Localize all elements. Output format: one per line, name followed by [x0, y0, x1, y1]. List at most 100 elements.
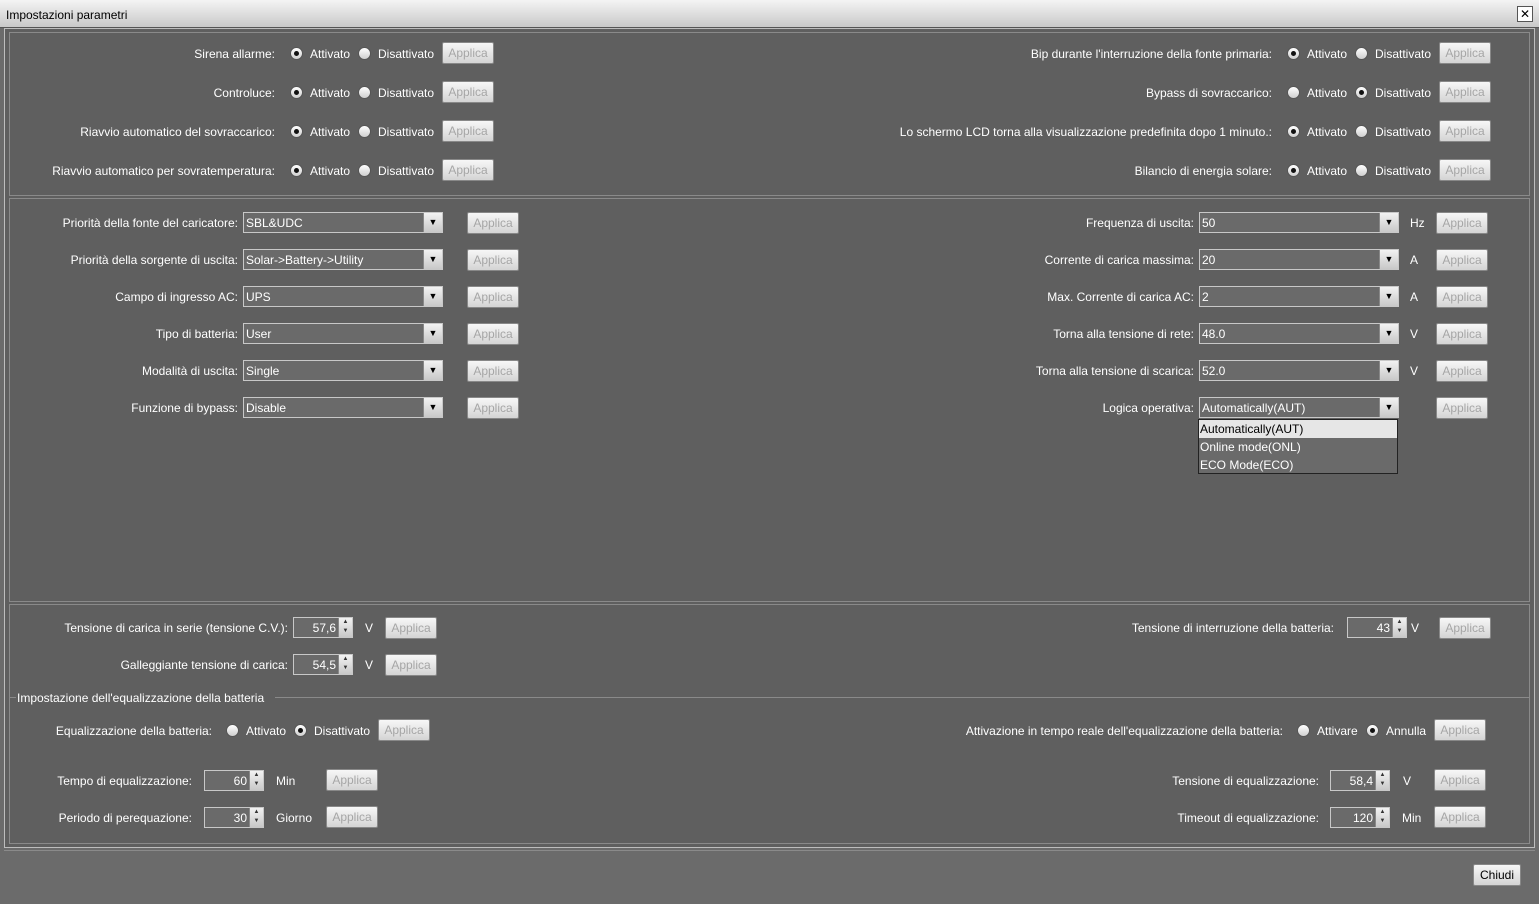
max-ac-charge-current-apply-button[interactable]: Applica [1436, 286, 1488, 308]
spin-arrows-icon[interactable]: ▲ ▼ [249, 771, 263, 790]
cutoff-voltage-value: 43 [1376, 621, 1390, 635]
output-priority-select[interactable]: Solar->Battery->Utility ▼ [243, 249, 443, 270]
dropdown-option-eco[interactable]: ECO Mode(ECO) [1199, 456, 1397, 474]
bypass-function-select[interactable]: Disable ▼ [243, 397, 443, 418]
lcd-return-apply-button[interactable]: Applica [1439, 120, 1491, 142]
beep-primary-on-radio[interactable] [1287, 47, 1300, 60]
spin-arrows-icon[interactable]: ▲ ▼ [1375, 808, 1389, 827]
battery-type-apply-button[interactable]: Applica [467, 323, 519, 345]
equalization-voltage-value: 58,4 [1349, 774, 1373, 788]
realtime-cancel-radio[interactable] [1366, 724, 1379, 737]
cutoff-voltage-apply-button[interactable]: Applica [1439, 617, 1491, 639]
equalization-period-spinner[interactable]: 30 ▲ ▼ [204, 807, 264, 828]
back-to-discharge-voltage-select[interactable]: 52.0 ▼ [1199, 360, 1399, 381]
output-mode-apply-button[interactable]: Applica [467, 360, 519, 382]
spin-arrows-icon[interactable]: ▲ ▼ [338, 655, 352, 674]
overtemp-restart-off-radio[interactable] [358, 164, 371, 177]
close-button[interactable]: Chiudi [1473, 864, 1521, 886]
chevron-down-icon[interactable]: ▼ [1379, 250, 1398, 269]
spin-arrows-icon[interactable]: ▲ ▼ [338, 618, 352, 637]
bypass-function-apply-button[interactable]: Applica [467, 397, 519, 419]
battery-type-select[interactable]: User ▼ [243, 323, 443, 344]
back-to-discharge-voltage-apply-button[interactable]: Applica [1436, 360, 1488, 382]
chevron-down-icon[interactable]: ▼ [423, 287, 442, 306]
alarm-siren-off-radio[interactable] [358, 47, 371, 60]
back-to-discharge-voltage-label: Torna alla tensione di scarica: [1035, 364, 1194, 378]
close-icon[interactable]: ✕ [1517, 6, 1533, 22]
backlight-apply-button[interactable]: Applica [442, 81, 494, 103]
back-to-grid-voltage-apply-button[interactable]: Applica [1436, 323, 1488, 345]
chevron-down-icon[interactable]: ▼ [423, 213, 442, 232]
solar-balance-on-radio[interactable] [1287, 164, 1300, 177]
beep-primary-apply-button[interactable]: Applica [1439, 42, 1491, 64]
chevron-down-icon[interactable]: ▼ [423, 398, 442, 417]
equalization-voltage-apply-button[interactable]: Applica [1434, 769, 1486, 791]
cv-voltage-spinner[interactable]: 57,6 ▲ ▼ [293, 617, 353, 638]
overload-bypass-on-radio[interactable] [1287, 86, 1300, 99]
backlight-on-radio[interactable] [290, 86, 303, 99]
beep-primary-off-radio[interactable] [1355, 47, 1368, 60]
chevron-down-icon[interactable]: ▼ [1379, 324, 1398, 343]
back-to-grid-voltage-select[interactable]: 48.0 ▼ [1199, 323, 1399, 344]
equalization-timeout-spinner[interactable]: 120 ▲ ▼ [1330, 807, 1390, 828]
overload-restart-on-radio[interactable] [290, 125, 303, 138]
ac-input-range-select[interactable]: UPS ▼ [243, 286, 443, 307]
operating-logic-apply-button[interactable]: Applica [1436, 397, 1488, 419]
overload-restart-apply-button[interactable]: Applica [442, 120, 494, 142]
equalization-on-radio[interactable] [226, 724, 239, 737]
realtime-activate-radio[interactable] [1297, 724, 1310, 737]
chevron-down-icon[interactable]: ▼ [1379, 361, 1398, 380]
solar-balance-apply-button[interactable]: Applica [1439, 159, 1491, 181]
chevron-down-icon[interactable]: ▼ [1379, 213, 1398, 232]
equalization-period-apply-button[interactable]: Applica [326, 806, 378, 828]
dropdown-option-onl[interactable]: Online mode(ONL) [1199, 438, 1397, 456]
charger-priority-apply-button[interactable]: Applica [467, 212, 519, 234]
chevron-down-icon[interactable]: ▼ [423, 324, 442, 343]
solar-balance-off-radio[interactable] [1355, 164, 1368, 177]
output-priority-value: Solar->Battery->Utility [246, 253, 364, 267]
cv-voltage-apply-button[interactable]: Applica [385, 617, 437, 639]
cv-voltage-value: 57,6 [312, 621, 336, 635]
float-voltage-apply-button[interactable]: Applica [385, 654, 437, 676]
alarm-siren-apply-button[interactable]: Applica [442, 42, 494, 64]
equalization-timeout-apply-button[interactable]: Applica [1434, 806, 1486, 828]
overtemp-restart-on-radio[interactable] [290, 164, 303, 177]
cutoff-voltage-spinner[interactable]: 43 ▲ ▼ [1347, 617, 1407, 638]
equalization-off-radio[interactable] [294, 724, 307, 737]
chevron-down-icon[interactable]: ▼ [1379, 398, 1398, 417]
solar-balance-on-label: Attivato [1307, 164, 1348, 178]
spin-arrows-icon[interactable]: ▲ ▼ [249, 808, 263, 827]
equalization-voltage-spinner[interactable]: 58,4 ▲ ▼ [1330, 770, 1390, 791]
overload-restart-off-radio[interactable] [358, 125, 371, 138]
dropdown-option-aut[interactable]: Automatically(AUT) [1199, 420, 1397, 438]
output-frequency-apply-button[interactable]: Applica [1436, 212, 1488, 234]
charger-priority-select[interactable]: SBL&UDC ▼ [243, 212, 443, 233]
output-mode-select[interactable]: Single ▼ [243, 360, 443, 381]
equalization-time-apply-button[interactable]: Applica [326, 769, 378, 791]
equalization-apply-button[interactable]: Applica [378, 719, 430, 741]
chevron-down-icon[interactable]: ▼ [423, 361, 442, 380]
operating-logic-select[interactable]: Automatically(AUT) ▼ [1199, 397, 1399, 418]
overload-bypass-off-radio[interactable] [1355, 86, 1368, 99]
lcd-return-on-radio[interactable] [1287, 125, 1300, 138]
spin-arrows-icon[interactable]: ▲ ▼ [1392, 618, 1406, 637]
chevron-down-icon[interactable]: ▼ [423, 250, 442, 269]
ac-input-range-apply-button[interactable]: Applica [467, 286, 519, 308]
output-priority-apply-button[interactable]: Applica [467, 249, 519, 271]
max-charge-current-select[interactable]: 20 ▼ [1199, 249, 1399, 270]
realtime-equalization-apply-button[interactable]: Applica [1434, 719, 1486, 741]
equalization-time-spinner[interactable]: 60 ▲ ▼ [204, 770, 264, 791]
max-ac-charge-current-select[interactable]: 2 ▼ [1199, 286, 1399, 307]
overload-bypass-apply-button[interactable]: Applica [1439, 81, 1491, 103]
back-to-grid-voltage-label: Torna alla tensione di rete: [1053, 327, 1194, 341]
overtemp-restart-apply-button[interactable]: Applica [442, 159, 494, 181]
backlight-off-radio[interactable] [358, 86, 371, 99]
chevron-down-icon[interactable]: ▼ [1379, 287, 1398, 306]
alarm-siren-on-radio[interactable] [290, 47, 303, 60]
output-frequency-select[interactable]: 50 ▼ [1199, 212, 1399, 233]
lcd-return-off-radio[interactable] [1355, 125, 1368, 138]
spin-arrows-icon[interactable]: ▲ ▼ [1375, 771, 1389, 790]
max-charge-current-apply-button[interactable]: Applica [1436, 249, 1488, 271]
float-voltage-spinner[interactable]: 54,5 ▲ ▼ [293, 654, 353, 675]
equalization-timeout-value: 120 [1352, 811, 1373, 825]
